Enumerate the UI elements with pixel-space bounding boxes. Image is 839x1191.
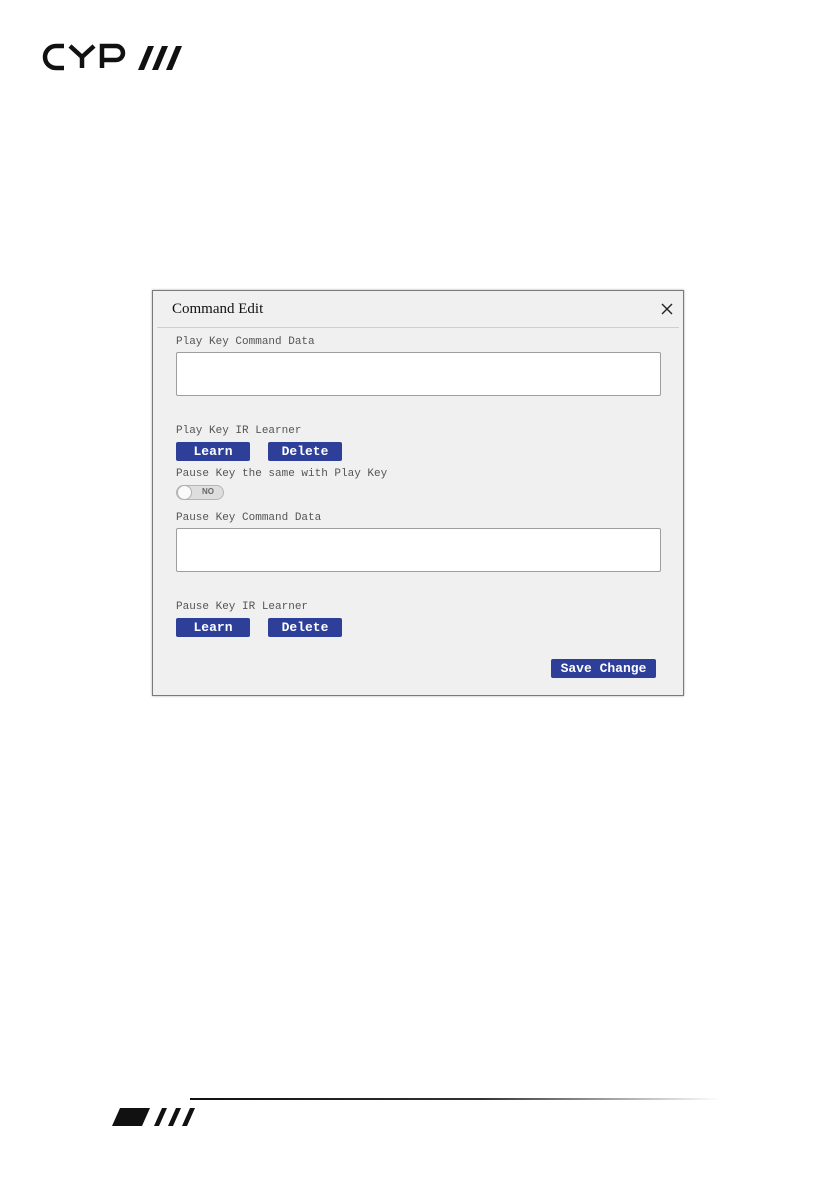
command-edit-dialog: Command Edit Play Key Command Data Play … (152, 290, 684, 696)
toggle-state-text: NO (202, 487, 214, 496)
footer-divider (190, 1098, 720, 1100)
pause-command-field[interactable] (176, 528, 661, 572)
play-command-field[interactable] (176, 352, 661, 396)
cyp-logo (42, 43, 182, 71)
pause-same-label: Pause Key the same with Play Key (176, 468, 388, 480)
play-delete-button[interactable]: Delete (268, 442, 342, 461)
pause-learn-button[interactable]: Learn (176, 618, 250, 637)
pause-ir-learner-label: Pause Key IR Learner (176, 601, 309, 613)
dialog-title: Command Edit (172, 301, 264, 317)
title-divider (157, 327, 679, 328)
pause-command-label: Pause Key Command Data (176, 512, 322, 524)
play-learn-button[interactable]: Learn (176, 442, 250, 461)
close-icon[interactable] (659, 301, 675, 317)
play-ir-learner-label: Play Key IR Learner (176, 425, 302, 437)
pause-same-toggle[interactable]: NO (176, 485, 224, 500)
pause-delete-button[interactable]: Delete (268, 618, 342, 637)
footer-logo (112, 1108, 195, 1126)
play-command-label: Play Key Command Data (176, 336, 315, 348)
toggle-knob (177, 485, 192, 500)
save-change-button[interactable]: Save Change (551, 659, 656, 678)
